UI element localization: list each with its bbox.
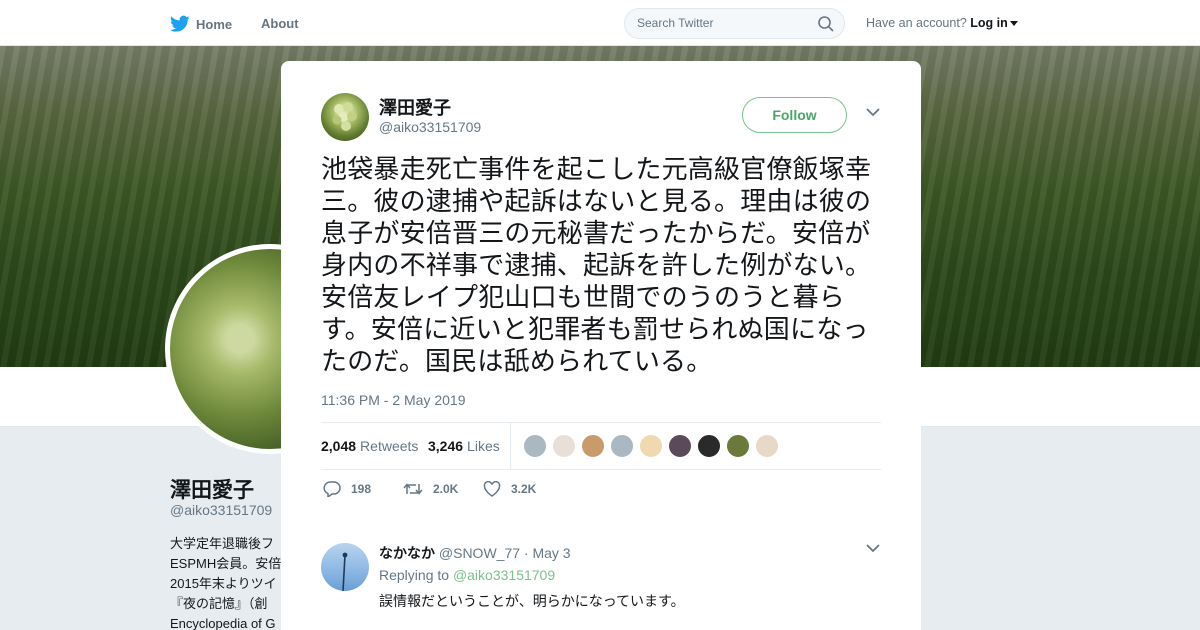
search-icon[interactable] [818,16,834,32]
like-count: 3.2K [511,482,537,496]
liker-avatar[interactable] [726,434,750,458]
caret-down-icon [1009,21,1018,27]
liker-avatar[interactable] [668,434,692,458]
reply-author-handle[interactable]: @SNOW_77 [439,545,520,561]
liker-avatar[interactable] [755,434,779,458]
retweets-label: Retweets [360,438,419,454]
likes-stat[interactable]: 3,246 Likes [428,438,500,454]
likes-label: Likes [467,438,500,454]
bio-line: 大学定年退職後フ [170,536,275,551]
replying-to-label: Replying to [379,567,450,583]
liker-avatar[interactable] [523,434,547,458]
tweet-actions: 198 2.0K 3.2K [321,479,881,503]
bio-line: 『夜の記憶』（創 [170,596,268,611]
retweet-icon [403,483,423,495]
liker-avatar[interactable] [581,434,605,458]
likes-count: 3,246 [428,438,464,454]
tweet-timestamp[interactable]: 11:36 PM - 2 May 2019 [321,392,465,408]
tweet-text: 池袋暴走死亡事件を起こした元高級官僚飯塚幸三。彼の逮捕や起訴はないと見る。理由は… [321,154,872,376]
retweet-count: 2.0K [433,482,459,496]
reply-date[interactable]: · May 3 [524,545,571,561]
profile-name: 澤田愛子 [170,479,254,502]
twitter-bird-icon [170,15,190,32]
stats-divider [510,423,511,469]
replying-to-link[interactable]: @aiko33151709 [453,567,555,583]
account-menu[interactable]: Have an account? Log in [866,16,1018,30]
search-box[interactable]: Search Twitter [624,8,845,39]
login-link[interactable]: Log in [970,16,1008,30]
profile-bio: 大学定年退職後フ ESPMH会員。安倍 2015年末よりツイ 『夜の記憶』（創 … [170,534,281,630]
profile-handle: @aiko33151709 [170,502,273,518]
reply-button[interactable]: 198 [323,481,371,497]
lamp-post-avatar-image [342,552,348,591]
reply-text: 誤情報だということが、明らかになっています。 [379,593,685,609]
reply-header: なかなか @SNOW_77 · May 3 [379,543,571,563]
tweet-author-name[interactable]: 澤田愛子 [379,94,451,120]
retweet-button[interactable]: 2.0K [403,481,458,497]
reply-icon [323,481,341,497]
retweets-count: 2,048 [321,438,357,454]
retweets-stat[interactable]: 2,048 Retweets [321,438,418,454]
heart-icon [483,481,501,497]
tweet-modal: 澤田愛子 @aiko33151709 Follow 池袋暴走死亡事件を起こした元… [281,61,921,630]
close-icon[interactable] [1152,12,1180,40]
liker-avatar[interactable] [697,434,721,458]
reply-author-name[interactable]: なかなか [379,545,435,561]
grapes-avatar-image [332,102,357,131]
tweet-author-handle[interactable]: @aiko33151709 [379,119,481,135]
chevron-down-icon[interactable] [865,107,881,117]
reply-count: 198 [351,482,372,496]
tweet-stats: 2,048 Retweets 3,246 Likes [321,422,881,470]
nav-home-link[interactable]: Home [170,12,232,36]
top-nav: Home About Search Twitter Have an accoun… [0,0,1200,46]
follow-button[interactable]: Follow [742,97,847,133]
liker-avatar[interactable] [610,434,634,458]
reply-avatar[interactable] [321,543,369,591]
bio-line: Encyclopedia of G [170,616,276,630]
nav-home-label: Home [196,16,233,32]
author-avatar[interactable] [321,93,369,141]
chevron-down-icon[interactable] [865,543,881,553]
like-button[interactable]: 3.2K [483,481,536,497]
liker-avatar[interactable] [552,434,576,458]
bio-line: 2015年末よりツイ [170,576,277,591]
account-prompt: Have an account? [866,16,967,30]
replying-to: Replying to @aiko33151709 [379,567,555,583]
bio-line: ESPMH会員。安倍 [170,556,281,571]
nav-about-link[interactable]: About [261,16,299,31]
liker-avatar[interactable] [639,434,663,458]
search-input[interactable]: Search Twitter [637,16,713,30]
